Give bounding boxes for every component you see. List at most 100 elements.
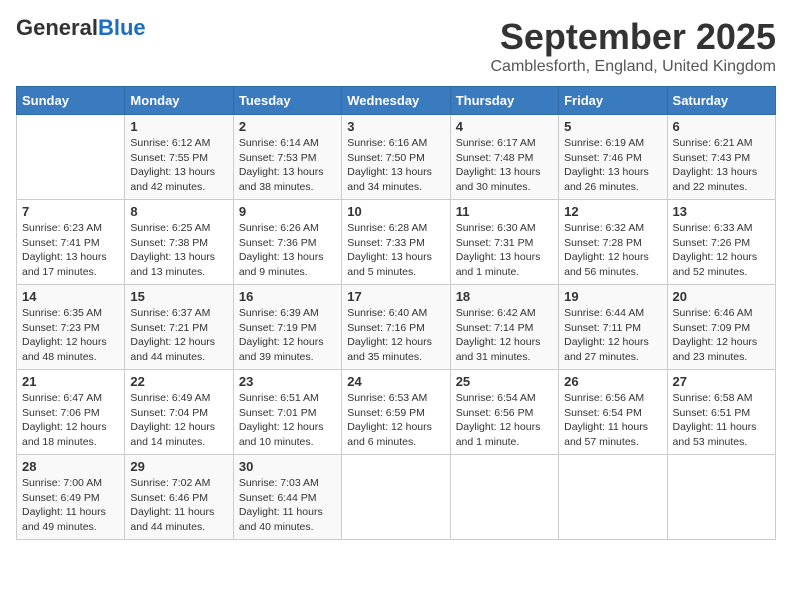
calendar-cell — [559, 455, 667, 540]
day-info: Sunrise: 6:17 AM Sunset: 7:48 PM Dayligh… — [456, 136, 553, 195]
calendar-cell: 3 Sunrise: 6:16 AM Sunset: 7:50 PM Daylig… — [342, 115, 450, 200]
day-info: Sunrise: 6:16 AM Sunset: 7:50 PM Dayligh… — [347, 136, 444, 195]
calendar-cell: 22 Sunrise: 6:49 AM Sunset: 7:04 PM Dayli… — [125, 370, 233, 455]
calendar-cell: 28 Sunrise: 7:00 AM Sunset: 6:49 PM Dayli… — [17, 455, 125, 540]
day-info: Sunrise: 6:25 AM Sunset: 7:38 PM Dayligh… — [130, 221, 227, 280]
calendar-cell: 5 Sunrise: 6:19 AM Sunset: 7:46 PM Daylig… — [559, 115, 667, 200]
day-number: 26 — [564, 374, 661, 389]
calendar-week-3: 14Sunrise: 6:35 AM Sunset: 7:23 PM Dayli… — [17, 285, 776, 370]
calendar-cell: 8 Sunrise: 6:25 AM Sunset: 7:38 PM Daylig… — [125, 200, 233, 285]
calendar-cell: 2Sunrise: 6:14 AM Sunset: 7:53 PM Daylig… — [233, 115, 341, 200]
day-number: 19 — [564, 289, 661, 304]
day-number: 6 — [673, 119, 770, 134]
day-number: 2 — [239, 119, 336, 134]
calendar-cell: 7 Sunrise: 6:23 AM Sunset: 7:41 PM Daylig… — [17, 200, 125, 285]
day-number: 21 — [22, 374, 119, 389]
calendar-cell: 14Sunrise: 6:35 AM Sunset: 7:23 PM Dayli… — [17, 285, 125, 370]
calendar-cell: 11 Sunrise: 6:30 AM Sunset: 7:31 PM Dayli… — [450, 200, 558, 285]
day-info: Sunrise: 6:32 AM Sunset: 7:28 PM Dayligh… — [564, 221, 661, 280]
day-info: Sunrise: 6:12 AM Sunset: 7:55 PM Dayligh… — [130, 136, 227, 195]
day-info: Sunrise: 7:02 AM Sunset: 6:46 PM Dayligh… — [130, 476, 227, 535]
calendar-week-2: 7 Sunrise: 6:23 AM Sunset: 7:41 PM Daylig… — [17, 200, 776, 285]
day-number: 17 — [347, 289, 444, 304]
day-number: 27 — [673, 374, 770, 389]
location: Camblesforth, England, United Kingdom — [491, 58, 777, 76]
page-header: GeneralBlue September 2025 Camblesforth,… — [16, 16, 776, 76]
logo: GeneralBlue — [16, 16, 146, 40]
day-number: 12 — [564, 204, 661, 219]
day-info: Sunrise: 6:26 AM Sunset: 7:36 PM Dayligh… — [239, 221, 336, 280]
calendar-cell: 17 Sunrise: 6:40 AM Sunset: 7:16 PM Dayli… — [342, 285, 450, 370]
calendar-cell: 24 Sunrise: 6:53 AM Sunset: 6:59 PM Dayli… — [342, 370, 450, 455]
col-header-friday: Friday — [559, 87, 667, 115]
day-info: Sunrise: 6:47 AM Sunset: 7:06 PM Dayligh… — [22, 391, 119, 450]
calendar-cell: 19 Sunrise: 6:44 AM Sunset: 7:11 PM Dayli… — [559, 285, 667, 370]
day-info: Sunrise: 6:37 AM Sunset: 7:21 PM Dayligh… — [130, 306, 227, 365]
day-info: Sunrise: 6:19 AM Sunset: 7:46 PM Dayligh… — [564, 136, 661, 195]
calendar-table: SundayMondayTuesdayWednesdayThursdayFrid… — [16, 86, 776, 540]
day-info: Sunrise: 6:40 AM Sunset: 7:16 PM Dayligh… — [347, 306, 444, 365]
day-info: Sunrise: 6:44 AM Sunset: 7:11 PM Dayligh… — [564, 306, 661, 365]
day-info: Sunrise: 6:53 AM Sunset: 6:59 PM Dayligh… — [347, 391, 444, 450]
day-number: 10 — [347, 204, 444, 219]
day-info: Sunrise: 6:42 AM Sunset: 7:14 PM Dayligh… — [456, 306, 553, 365]
col-header-saturday: Saturday — [667, 87, 775, 115]
title-block: September 2025 Camblesforth, England, Un… — [491, 16, 777, 76]
logo-text: GeneralBlue — [16, 16, 146, 40]
day-number: 29 — [130, 459, 227, 474]
month-title: September 2025 — [491, 16, 777, 58]
day-number: 23 — [239, 374, 336, 389]
day-info: Sunrise: 6:51 AM Sunset: 7:01 PM Dayligh… — [239, 391, 336, 450]
calendar-cell: 16Sunrise: 6:39 AM Sunset: 7:19 PM Dayli… — [233, 285, 341, 370]
calendar-cell: 12 Sunrise: 6:32 AM Sunset: 7:28 PM Dayli… — [559, 200, 667, 285]
calendar-cell — [17, 115, 125, 200]
day-info: Sunrise: 6:58 AM Sunset: 6:51 PM Dayligh… — [673, 391, 770, 450]
day-number: 4 — [456, 119, 553, 134]
day-info: Sunrise: 6:23 AM Sunset: 7:41 PM Dayligh… — [22, 221, 119, 280]
calendar-cell: 21 Sunrise: 6:47 AM Sunset: 7:06 PM Dayli… — [17, 370, 125, 455]
calendar-week-4: 21 Sunrise: 6:47 AM Sunset: 7:06 PM Dayli… — [17, 370, 776, 455]
day-number: 5 — [564, 119, 661, 134]
col-header-monday: Monday — [125, 87, 233, 115]
day-number: 30 — [239, 459, 336, 474]
calendar-cell: 23 Sunrise: 6:51 AM Sunset: 7:01 PM Dayli… — [233, 370, 341, 455]
day-number: 13 — [673, 204, 770, 219]
day-number: 20 — [673, 289, 770, 304]
calendar-cell: 20 Sunrise: 6:46 AM Sunset: 7:09 PM Dayli… — [667, 285, 775, 370]
day-info: Sunrise: 7:00 AM Sunset: 6:49 PM Dayligh… — [22, 476, 119, 535]
calendar-week-1: 1Sunrise: 6:12 AM Sunset: 7:55 PM Daylig… — [17, 115, 776, 200]
calendar-cell: 1Sunrise: 6:12 AM Sunset: 7:55 PM Daylig… — [125, 115, 233, 200]
calendar-week-5: 28 Sunrise: 7:00 AM Sunset: 6:49 PM Dayli… — [17, 455, 776, 540]
calendar-cell: 10Sunrise: 6:28 AM Sunset: 7:33 PM Dayli… — [342, 200, 450, 285]
day-number: 18 — [456, 289, 553, 304]
day-info: Sunrise: 6:54 AM Sunset: 6:56 PM Dayligh… — [456, 391, 553, 450]
day-number: 9 — [239, 204, 336, 219]
day-number: 16 — [239, 289, 336, 304]
day-number: 8 — [130, 204, 227, 219]
calendar-cell: 25Sunrise: 6:54 AM Sunset: 6:56 PM Dayli… — [450, 370, 558, 455]
calendar-cell: 9 Sunrise: 6:26 AM Sunset: 7:36 PM Daylig… — [233, 200, 341, 285]
day-number: 3 — [347, 119, 444, 134]
calendar-cell: 4 Sunrise: 6:17 AM Sunset: 7:48 PM Daylig… — [450, 115, 558, 200]
day-number: 22 — [130, 374, 227, 389]
calendar-cell: 6 Sunrise: 6:21 AM Sunset: 7:43 PM Daylig… — [667, 115, 775, 200]
day-info: Sunrise: 6:21 AM Sunset: 7:43 PM Dayligh… — [673, 136, 770, 195]
calendar-cell: 30Sunrise: 7:03 AM Sunset: 6:44 PM Dayli… — [233, 455, 341, 540]
col-header-sunday: Sunday — [17, 87, 125, 115]
col-header-tuesday: Tuesday — [233, 87, 341, 115]
calendar-cell — [667, 455, 775, 540]
calendar-cell: 18 Sunrise: 6:42 AM Sunset: 7:14 PM Dayli… — [450, 285, 558, 370]
day-info: Sunrise: 6:49 AM Sunset: 7:04 PM Dayligh… — [130, 391, 227, 450]
day-info: Sunrise: 6:46 AM Sunset: 7:09 PM Dayligh… — [673, 306, 770, 365]
calendar-cell: 26Sunrise: 6:56 AM Sunset: 6:54 PM Dayli… — [559, 370, 667, 455]
col-header-thursday: Thursday — [450, 87, 558, 115]
day-number: 28 — [22, 459, 119, 474]
day-info: Sunrise: 6:33 AM Sunset: 7:26 PM Dayligh… — [673, 221, 770, 280]
day-number: 7 — [22, 204, 119, 219]
calendar-cell: 15 Sunrise: 6:37 AM Sunset: 7:21 PM Dayli… — [125, 285, 233, 370]
day-number: 24 — [347, 374, 444, 389]
day-number: 11 — [456, 204, 553, 219]
day-info: Sunrise: 6:30 AM Sunset: 7:31 PM Dayligh… — [456, 221, 553, 280]
calendar-cell: 27 Sunrise: 6:58 AM Sunset: 6:51 PM Dayli… — [667, 370, 775, 455]
day-number: 15 — [130, 289, 227, 304]
